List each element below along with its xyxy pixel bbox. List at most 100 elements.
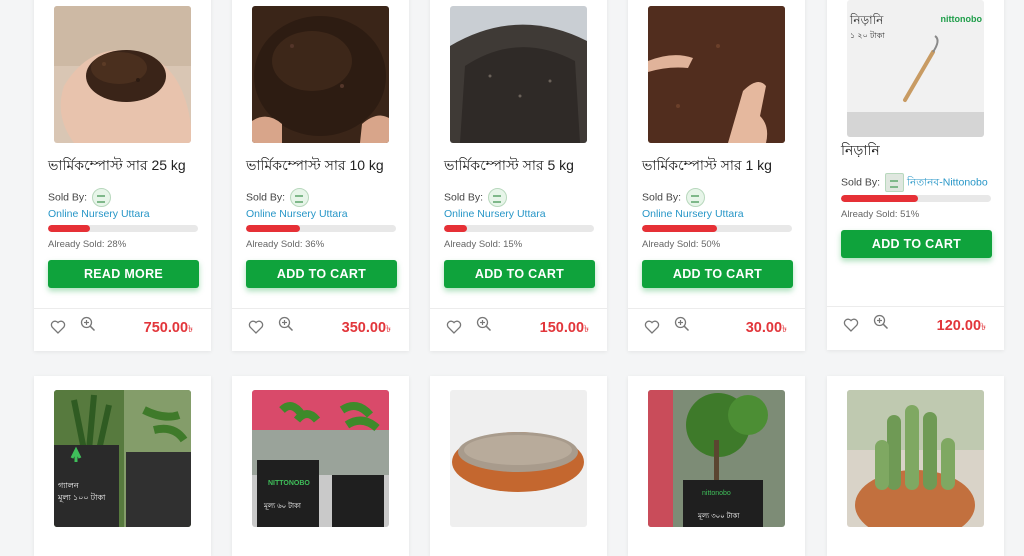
card-divider bbox=[628, 308, 805, 309]
wishlist-heart-icon[interactable] bbox=[248, 319, 264, 335]
product-card[interactable]: ভার্মিকম্পোস্ট সার 10 kg Sold By: Online… bbox=[232, 0, 409, 351]
quick-view-zoom-icon[interactable] bbox=[476, 316, 492, 332]
wishlist-heart-icon[interactable] bbox=[446, 319, 462, 335]
image-text-price: ১ ২০ টাকা bbox=[850, 31, 885, 40]
sold-progress-fill bbox=[841, 195, 918, 202]
image-brand-logo: nittonobo bbox=[940, 14, 982, 24]
sold-by-label: Sold By: bbox=[444, 188, 508, 207]
product-card[interactable]: ভার্মিকম্পোস্ট সার 25 kg Sold By: Online… bbox=[34, 0, 211, 351]
card-divider bbox=[34, 308, 211, 309]
add-to-cart-button[interactable]: ADD TO CART bbox=[642, 260, 793, 288]
seller-link[interactable]: নিতানব-Nittonobo bbox=[907, 176, 988, 188]
sold-by-label: Sold By: নিতানব-Nittonobo bbox=[841, 173, 988, 192]
product-title[interactable]: নিড়ানি bbox=[841, 139, 880, 163]
already-sold-text: Already Sold: 28% bbox=[48, 239, 127, 250]
sold-by-text: Sold By: bbox=[841, 176, 881, 189]
currency-symbol: ৳ bbox=[584, 324, 589, 335]
seller-link[interactable]: Online Nursery Uttara bbox=[642, 208, 744, 220]
sold-progress-bar bbox=[246, 225, 396, 232]
product-image-soil-in-hand[interactable] bbox=[54, 6, 191, 143]
sold-progress-bar bbox=[841, 195, 991, 202]
currency-symbol: ৳ bbox=[981, 322, 986, 333]
product-card[interactable]: NITTONOBO মূল্য ৬০ টাকা bbox=[232, 376, 409, 556]
sold-progress-fill bbox=[48, 225, 90, 232]
add-to-cart-button[interactable]: ADD TO CART bbox=[841, 230, 992, 258]
product-card[interactable] bbox=[430, 376, 607, 556]
wishlist-heart-icon[interactable] bbox=[843, 317, 859, 333]
product-image-compost-hands[interactable] bbox=[252, 6, 389, 143]
card-divider bbox=[232, 308, 409, 309]
quick-view-zoom-icon[interactable] bbox=[278, 316, 294, 332]
currency-symbol: ৳ bbox=[386, 324, 391, 335]
product-title[interactable]: ভার্মিকম্পোস্ট সার 25 kg bbox=[48, 154, 186, 178]
already-sold-text: Already Sold: 51% bbox=[841, 209, 920, 220]
card-divider bbox=[827, 306, 1004, 307]
sold-progress-bar bbox=[642, 225, 792, 232]
seller-logo-icon bbox=[92, 188, 112, 207]
product-title[interactable]: ভার্মিকম্পোস্ট সার 10 kg bbox=[246, 154, 384, 178]
sold-progress-fill bbox=[642, 225, 717, 232]
sold-by-text: Sold By: bbox=[444, 191, 484, 204]
seller-link[interactable]: Online Nursery Uttara bbox=[48, 208, 150, 220]
sold-by-text: Sold By: bbox=[246, 191, 286, 204]
sold-progress-fill bbox=[444, 225, 467, 232]
seller-logo-icon bbox=[488, 188, 508, 207]
read-more-button[interactable]: READ MORE bbox=[48, 260, 199, 288]
image-caption-a: NITTONOBO bbox=[268, 480, 310, 487]
seller-logo-icon bbox=[885, 173, 905, 192]
product-card[interactable]: নিড়ানি ১ ২০ টাকা nittonobo নিড়ানি Sold… bbox=[827, 0, 1004, 350]
sold-by-text: Sold By: bbox=[48, 191, 88, 204]
product-card[interactable]: ভার্মিকম্পোস্ট সার 5 kg Sold By: Online … bbox=[430, 0, 607, 351]
sold-by-label: Sold By: bbox=[246, 188, 310, 207]
seller-link[interactable]: Online Nursery Uttara bbox=[444, 208, 546, 220]
product-card[interactable] bbox=[827, 376, 1004, 556]
already-sold-text: Already Sold: 36% bbox=[246, 239, 325, 250]
seller-logo-icon bbox=[290, 188, 310, 207]
product-image-compost-hand[interactable] bbox=[648, 6, 785, 143]
wishlist-heart-icon[interactable] bbox=[50, 319, 66, 335]
product-price: 350.00৳ bbox=[342, 320, 391, 339]
currency-symbol: ৳ bbox=[782, 324, 787, 335]
sold-progress-bar bbox=[48, 225, 198, 232]
sold-by-label: Sold By: bbox=[642, 188, 706, 207]
seller-link[interactable]: Online Nursery Uttara bbox=[246, 208, 348, 220]
quick-view-zoom-icon[interactable] bbox=[873, 314, 889, 330]
currency-symbol: ৳ bbox=[188, 324, 193, 335]
image-caption-b: মূল্য ৬০ টাকা bbox=[264, 503, 301, 510]
price-value: 350.00 bbox=[341, 320, 387, 336]
product-title[interactable]: ভার্মিকম্পোস্ট সার 5 kg bbox=[444, 154, 574, 178]
card-divider bbox=[430, 308, 607, 309]
product-image-weeding-tool[interactable]: নিড়ানি ১ ২০ টাকা nittonobo bbox=[847, 0, 984, 137]
product-image-potted-saplings[interactable]: NITTONOBO মূল্য ৬০ টাকা bbox=[252, 390, 389, 527]
price-value: 150.00 bbox=[539, 320, 585, 336]
product-image-sand-bowl[interactable] bbox=[450, 390, 587, 527]
sold-by-label: Sold By: bbox=[48, 188, 112, 207]
price-value: 120.00 bbox=[936, 318, 982, 334]
image-caption-b: মূল্য ১০০ টাকা bbox=[58, 493, 106, 502]
already-sold-text: Already Sold: 50% bbox=[642, 239, 721, 250]
product-price: 30.00৳ bbox=[746, 320, 787, 339]
product-image-cactus-pot[interactable] bbox=[847, 390, 984, 527]
product-image-grow-bag-plants[interactable]: গ্যালন মূল্য ১০০ টাকা bbox=[54, 390, 191, 527]
add-to-cart-button[interactable]: ADD TO CART bbox=[246, 260, 397, 288]
product-title[interactable]: ভার্মিকম্পোস্ট সার 1 kg bbox=[642, 154, 772, 178]
sold-progress-fill bbox=[246, 225, 300, 232]
image-caption-b: মূল্য ৩০০ টাকা bbox=[698, 513, 740, 520]
product-card[interactable]: গ্যালন মূল্য ১০০ টাকা bbox=[34, 376, 211, 556]
sold-by-text: Sold By: bbox=[642, 191, 682, 204]
product-card[interactable]: ভার্মিকম্পোস্ট সার 1 kg Sold By: Online … bbox=[628, 0, 805, 351]
price-value: 30.00 bbox=[745, 320, 783, 336]
product-price: 120.00৳ bbox=[937, 318, 986, 337]
wishlist-heart-icon[interactable] bbox=[644, 319, 660, 335]
seller-logo-icon bbox=[686, 188, 706, 207]
product-image-compost-pile[interactable] bbox=[450, 6, 587, 143]
quick-view-zoom-icon[interactable] bbox=[80, 316, 96, 332]
already-sold-text: Already Sold: 15% bbox=[444, 239, 523, 250]
image-caption-a: nittonobo bbox=[702, 490, 731, 497]
product-image-tree-grow-bag[interactable]: nittonobo মূল্য ৩০০ টাকা bbox=[648, 390, 785, 527]
product-price: 750.00৳ bbox=[144, 320, 193, 339]
image-text-title: নিড়ানি bbox=[850, 13, 884, 27]
quick-view-zoom-icon[interactable] bbox=[674, 316, 690, 332]
product-card[interactable]: nittonobo মূল্য ৩০০ টাকা bbox=[628, 376, 805, 556]
add-to-cart-button[interactable]: ADD TO CART bbox=[444, 260, 595, 288]
